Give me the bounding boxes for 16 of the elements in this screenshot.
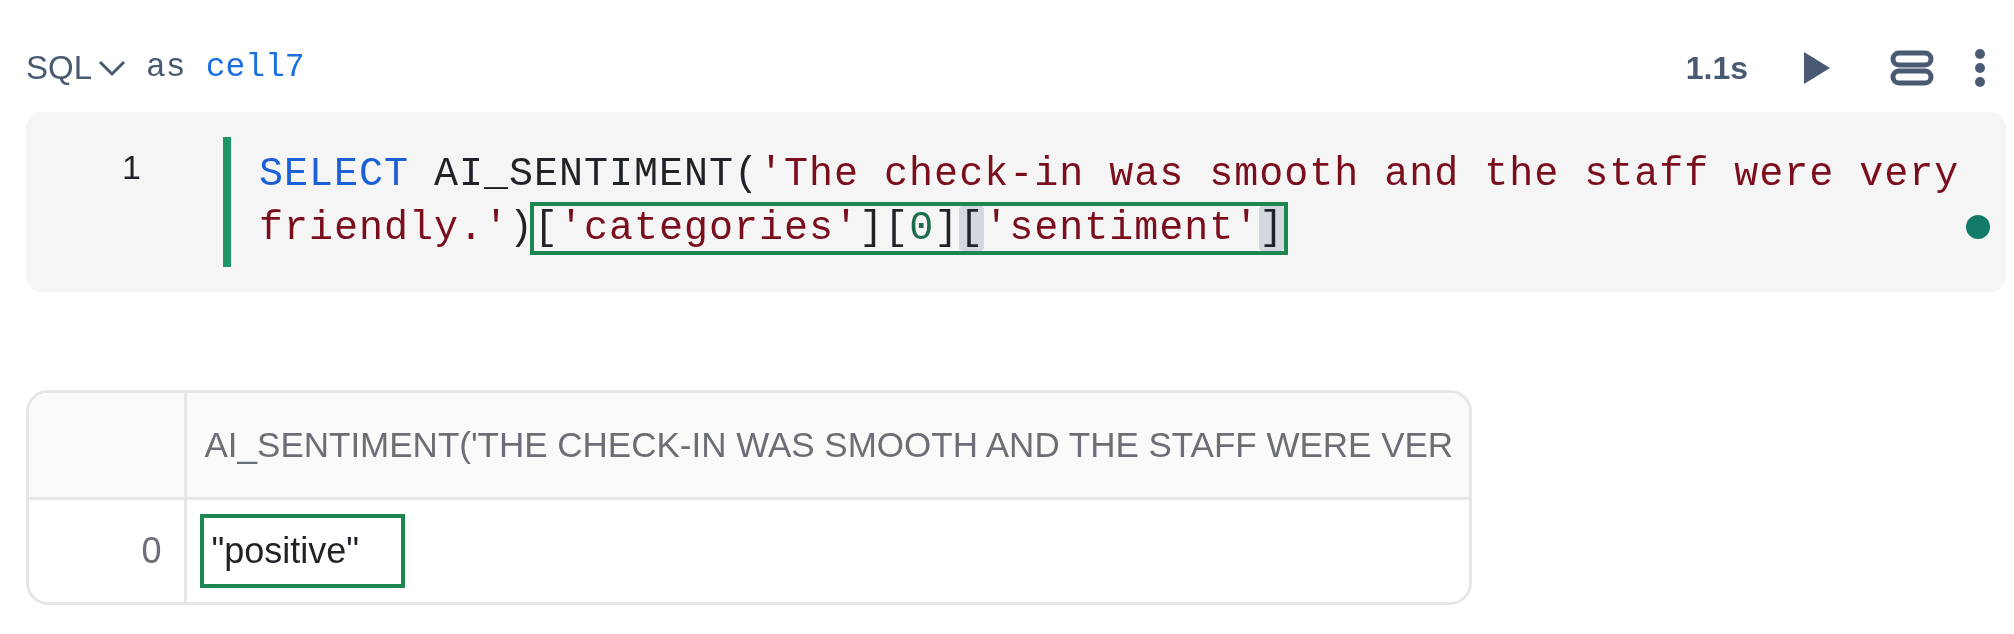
run-button[interactable]: [1804, 52, 1830, 84]
code-line: SELECT AI_SENTIMENT('The check-in was smooth and the staff were very: [259, 151, 1960, 199]
cell-name-link[interactable]: cell7: [205, 43, 305, 93]
run-duration: 1.1s: [1685, 49, 1748, 88]
line-number: 1: [121, 147, 141, 188]
layout-button[interactable]: [1890, 50, 1934, 86]
as-label: as: [146, 48, 186, 89]
table-cell: "positive": [199, 513, 406, 588]
chevron-down-icon: [98, 59, 127, 77]
row-index: 0: [29, 498, 185, 602]
more-options-button[interactable]: [1974, 48, 1986, 88]
language-dropdown[interactable]: SQL: [26, 43, 127, 93]
code-editor[interactable]: 1 SELECT AI_SENTIMENT('The check-in was smooth and the staff were very friendly.')['categories'][0]['sentiment']: [26, 112, 2006, 292]
code-line: friendly.')['categories'][0]['sentiment']: [259, 202, 1960, 256]
column-header: AI_SENTIMENT('THE CHECK-IN WAS SMOOTH AND THE STAFF WERE VER: [185, 393, 1470, 498]
status-dot-icon: [1966, 215, 1990, 239]
